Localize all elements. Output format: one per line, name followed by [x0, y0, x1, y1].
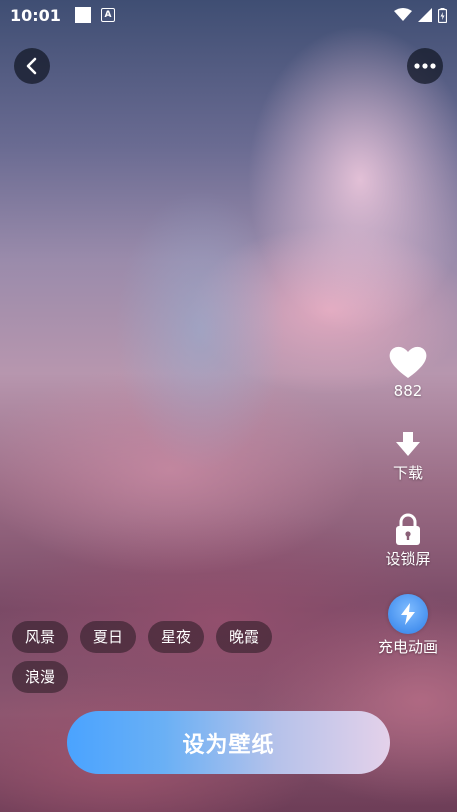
notification-square-icon: [74, 7, 91, 23]
tag-list: 风景 夏日 星夜 晚霞 浪漫: [12, 621, 292, 693]
tag-chip[interactable]: 星夜: [148, 621, 205, 653]
status-bar: 10:01 A: [0, 0, 457, 30]
heart-icon: [389, 346, 427, 378]
status-indicators: [394, 7, 447, 23]
status-time: 10:01: [10, 5, 61, 25]
signal-icon: [418, 8, 432, 22]
like-count: 882: [393, 382, 423, 400]
tag-chip[interactable]: 夏日: [80, 621, 137, 653]
charging-animation-button[interactable]: 充电动画: [373, 594, 443, 657]
battery-icon: [438, 7, 447, 23]
like-button[interactable]: 882: [373, 344, 443, 400]
tag-chip[interactable]: 风景: [12, 621, 69, 653]
download-button[interactable]: 下载: [373, 430, 443, 483]
set-wallpaper-button[interactable]: 设为壁纸: [67, 711, 390, 774]
lock-icon: [396, 513, 420, 545]
tag-chip[interactable]: 晚霞: [216, 621, 273, 653]
wifi-icon: [394, 8, 412, 21]
lightning-icon: [401, 603, 415, 625]
set-lock-screen-button[interactable]: 设锁屏: [373, 512, 443, 569]
more-horizontal-icon: [414, 63, 436, 69]
download-label: 下载: [392, 464, 423, 482]
more-options-button[interactable]: [407, 48, 443, 84]
lock-screen-label: 设锁屏: [385, 550, 431, 568]
chevron-left-icon: [26, 57, 37, 75]
notification-app-icon: A: [100, 8, 115, 22]
charging-badge: [388, 594, 428, 634]
charging-animation-label: 充电动画: [377, 638, 438, 656]
tag-chip[interactable]: 浪漫: [12, 661, 69, 693]
download-icon: [396, 432, 420, 456]
back-button[interactable]: [14, 48, 50, 84]
